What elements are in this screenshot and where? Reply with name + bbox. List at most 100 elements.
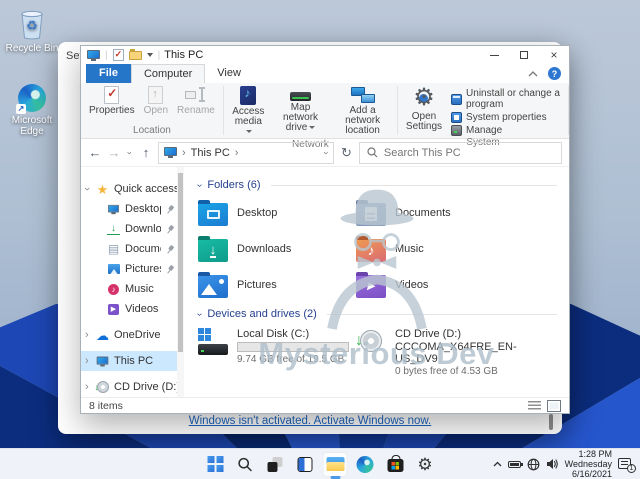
refresh-button[interactable]: ↻ [339,145,354,161]
search-box[interactable] [358,141,562,164]
uninstall-program-button[interactable]: Uninstall or change a program [451,88,564,110]
taskbar-clock[interactable]: 1:28 PM Wednesday 6/16/2021 [565,449,612,479]
maximize-button[interactable] [509,46,539,64]
map-network-drive-icon [290,92,312,101]
chevron-expanded-icon[interactable]: › [81,187,93,191]
file-explorer-window: | | This PC × File Computer View ? Pr [80,45,570,414]
gear-icon: ⚙ [413,84,435,111]
add-network-location-icon [350,86,375,104]
task-view-button[interactable] [263,452,288,477]
large-icons-view-button[interactable] [547,399,561,412]
rename-button[interactable]: Rename [173,85,219,117]
capacity-bar [237,342,349,352]
drive-name: CD Drive (D:) [395,328,461,340]
edge-button[interactable] [353,452,378,477]
file-explorer-button[interactable] [322,451,348,477]
close-button[interactable]: × [539,46,569,64]
desktop-icon-microsoft-edge[interactable]: ↗ Microsoft Edge [4,84,60,137]
breadcrumb-location[interactable]: This PC [191,147,230,159]
gear-icon: ⚙ [417,454,433,474]
sidebar-item-videos[interactable]: ▶ Videos [81,299,177,319]
tab-computer[interactable]: Computer [130,64,206,83]
help-icon[interactable]: ? [548,67,561,80]
sidebar-item-desktop[interactable]: Desktop [81,199,177,219]
address-dropdown[interactable]: › [322,151,332,154]
sidebar-item-this-pc[interactable]: › This PC [81,351,177,371]
section-header-devices[interactable]: › Devices and drives (2) [194,308,557,320]
open-settings-button[interactable]: ⚙ Open Settings [402,85,446,133]
back-button[interactable]: ← [88,145,102,160]
forward-button[interactable]: → [107,145,121,160]
documents-icon: ▤ [107,241,120,256]
section-collapse-icon[interactable]: › [194,312,205,315]
window-controls: × [479,46,569,64]
battery-icon[interactable] [507,460,523,468]
desktop-icon-recycle-bin[interactable]: ♻ Recycle Bin [4,8,60,54]
map-network-drive-button[interactable]: Map network drive [270,85,331,134]
explorer-titlebar: | | This PC × [81,46,569,64]
folder-tile-documents[interactable]: Documents [356,199,514,226]
hidden-icons-chevron[interactable] [493,461,502,467]
folder-tile-desktop[interactable]: Desktop [198,199,356,226]
desktop-icon-label: Recycle Bin [5,43,59,54]
chevron-collapsed-icon[interactable]: › [85,355,89,367]
shortcut-arrow-icon: ↗ [16,104,26,114]
address-bar-row: ← → › ↑ › This PC › › ↻ [81,139,569,166]
section-header-folders[interactable]: › Folders (6) [194,179,557,191]
chevron-collapsed-icon[interactable]: › [85,381,89,393]
sidebar-item-quick-access[interactable]: › ★ Quick access [81,179,177,199]
settings-scrollbar[interactable] [549,414,553,430]
address-bar[interactable]: › This PC › › [158,141,334,164]
sidebar-item-music[interactable]: ♪ Music [81,279,177,299]
add-network-location-button[interactable]: Add a network location [332,85,393,137]
pin-icon [164,223,176,235]
sidebar-item-onedrive[interactable]: › ☁ OneDrive [81,325,177,345]
start-button[interactable] [203,452,228,477]
folder-tile-pictures[interactable]: Pictures [198,271,356,298]
recent-locations-dropdown[interactable]: › [125,149,135,157]
customize-qat-dropdown[interactable] [146,53,153,57]
system-properties-button[interactable]: System properties [451,112,564,123]
sidebar-scrollbar[interactable] [177,167,184,397]
folder-tile-music[interactable]: ♪ Music [356,235,514,262]
section-collapse-icon[interactable]: › [194,183,205,186]
sidebar-item-pictures[interactable]: Pictures [81,259,177,279]
sidebar-item-downloads[interactable]: ↓ Downloads [81,219,177,239]
volume-icon[interactable] [546,458,559,470]
network-globe-icon[interactable] [527,458,540,471]
folder-tile-downloads[interactable]: ↓ Downloads [198,235,356,262]
clock-time: 1:28 PM [578,449,612,459]
chevron-collapsed-icon[interactable]: › [85,329,89,341]
activation-link[interactable]: Windows isn't activated. Activate Window… [58,415,562,427]
details-view-button[interactable] [528,400,541,411]
volume-label: CCCOMA_X64FRE_EN-US_DV9 [395,341,517,365]
manage-button[interactable]: Manage [451,125,564,136]
drive-tile-local-disk-c[interactable]: Local Disk (C:) 9.74 GB free of 19.5 GB [198,328,356,377]
microsoft-store-button[interactable] [383,452,408,477]
properties-qat-button[interactable] [112,49,124,61]
tab-file[interactable]: File [86,64,131,83]
group-label-location: Location [133,125,171,136]
desktop-folder-icon [198,199,228,226]
widgets-button[interactable] [293,452,318,477]
folder-tile-videos[interactable]: ▶ Videos [356,271,514,298]
tab-view[interactable]: View [205,64,253,83]
access-media-button[interactable]: Access media [228,85,269,138]
notification-center-button[interactable]: 1 [618,457,636,473]
ribbon-group-location: Properties Open Rename Location [81,83,223,138]
properties-button[interactable]: Properties [85,85,139,117]
minimize-button[interactable] [479,46,509,64]
settings-button[interactable]: ⚙ [413,452,438,477]
collapse-ribbon-icon[interactable] [528,70,538,77]
search-input[interactable] [383,146,554,159]
drive-free-space: 9.74 GB free of 19.5 GB [237,354,345,365]
sidebar-item-cd-drive[interactable]: › CD Drive (D:) CCC [81,377,177,397]
drive-tile-cd-drive-d[interactable]: ↓ CD Drive (D:) CCCOMA_X64FRE_EN-US_DV9 … [355,328,536,377]
open-button[interactable]: Open [140,85,172,117]
up-button[interactable]: ↑ [139,145,153,160]
sidebar-item-documents[interactable]: ▤ Documents [81,239,177,259]
new-folder-qat-button[interactable] [128,48,142,60]
taskbar-search-button[interactable] [233,452,258,477]
scrollbar-thumb[interactable] [178,173,183,353]
access-media-icon [240,86,257,105]
